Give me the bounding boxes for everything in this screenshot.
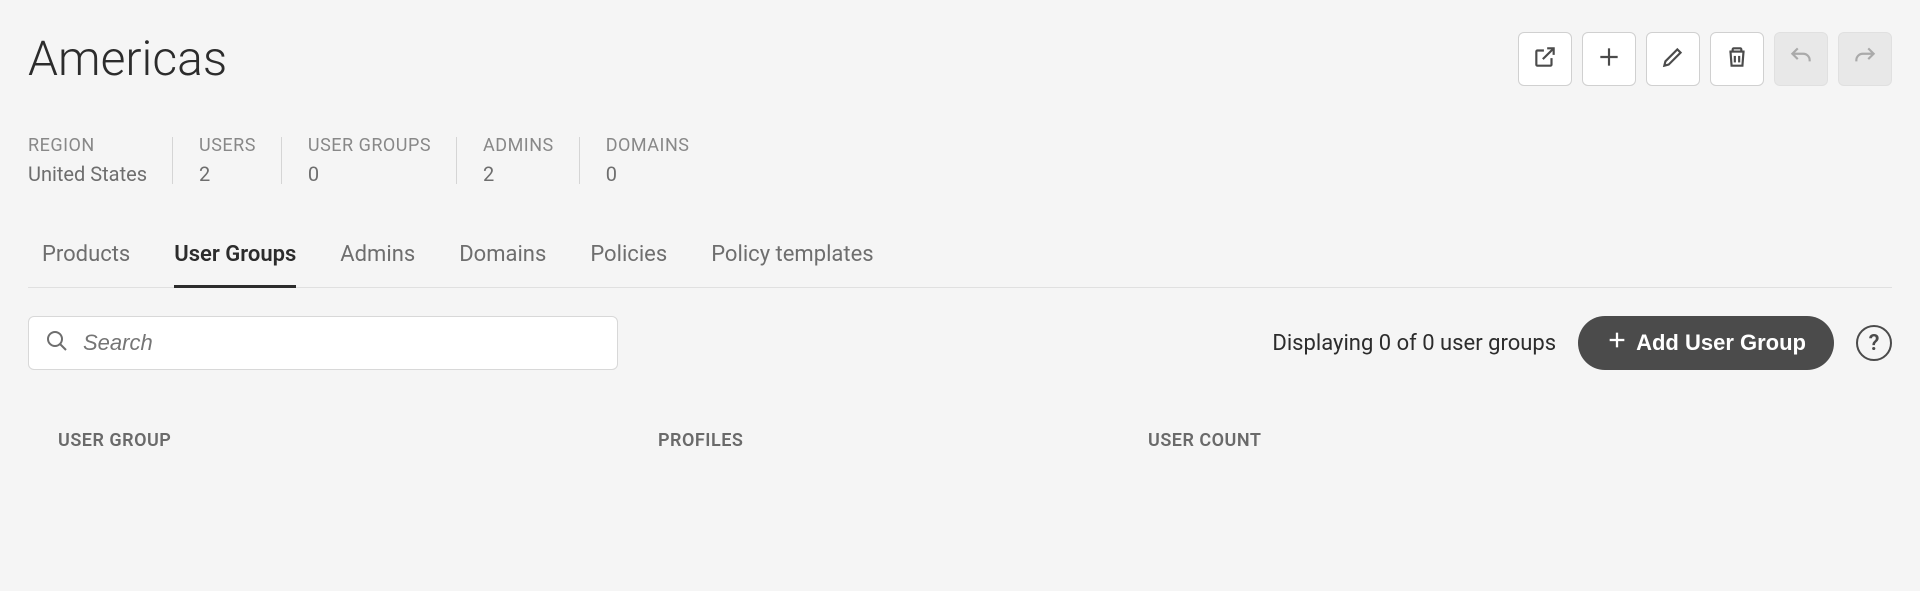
tab-policy-templates[interactable]: Policy templates [711, 242, 873, 288]
search-icon [45, 329, 69, 357]
stat-label: USER GROUPS [308, 135, 431, 156]
help-icon: ? [1869, 331, 1880, 356]
column-user-group: USER GROUP [58, 430, 658, 451]
tabs: Products User Groups Admins Domains Poli… [28, 242, 1892, 288]
table-header: USER GROUP PROFILES USER COUNT [28, 430, 1892, 451]
tab-products[interactable]: Products [42, 242, 130, 288]
column-user-count: USER COUNT [1148, 430, 1892, 451]
stat-domains: DOMAINS 0 [580, 135, 716, 186]
stat-label: USERS [199, 135, 256, 156]
stat-region: REGION United States [28, 135, 173, 186]
edit-button[interactable] [1646, 32, 1700, 86]
stat-value: 2 [199, 162, 256, 186]
stat-value: 2 [483, 162, 554, 186]
display-count-text: Displaying 0 of 0 user groups [1272, 331, 1556, 356]
add-user-group-button[interactable]: Add User Group [1578, 316, 1834, 370]
plus-icon [1606, 329, 1628, 357]
undo-icon [1788, 44, 1814, 73]
open-external-icon [1532, 44, 1558, 73]
undo-button [1774, 32, 1828, 86]
stat-value: United States [28, 162, 147, 186]
redo-button [1838, 32, 1892, 86]
tab-user-groups[interactable]: User Groups [174, 242, 296, 288]
redo-icon [1852, 44, 1878, 73]
stat-label: REGION [28, 135, 147, 156]
trash-icon [1724, 44, 1750, 73]
column-profiles: PROFILES [658, 430, 1148, 451]
open-external-button[interactable] [1518, 32, 1572, 86]
action-buttons [1518, 32, 1892, 86]
plus-icon [1596, 44, 1622, 73]
page-title: Americas [28, 30, 227, 87]
stat-user-groups: USER GROUPS 0 [282, 135, 457, 186]
help-button[interactable]: ? [1856, 325, 1892, 361]
search-input[interactable] [83, 330, 601, 356]
tab-domains[interactable]: Domains [459, 242, 546, 288]
stat-value: 0 [308, 162, 431, 186]
stat-label: ADMINS [483, 135, 554, 156]
stat-users: USERS 2 [173, 135, 282, 186]
stat-label: DOMAINS [606, 135, 690, 156]
toolbar-right: Displaying 0 of 0 user groups Add User G… [1272, 316, 1892, 370]
toolbar: Displaying 0 of 0 user groups Add User G… [28, 316, 1892, 370]
stat-admins: ADMINS 2 [457, 135, 580, 186]
tab-policies[interactable]: Policies [590, 242, 667, 288]
stat-value: 0 [606, 162, 690, 186]
tab-admins[interactable]: Admins [340, 242, 415, 288]
search-box[interactable] [28, 316, 618, 370]
add-user-group-label: Add User Group [1636, 330, 1806, 356]
stats-bar: REGION United States USERS 2 USER GROUPS… [28, 135, 1892, 186]
delete-button[interactable] [1710, 32, 1764, 86]
add-button[interactable] [1582, 32, 1636, 86]
pencil-icon [1660, 44, 1686, 73]
